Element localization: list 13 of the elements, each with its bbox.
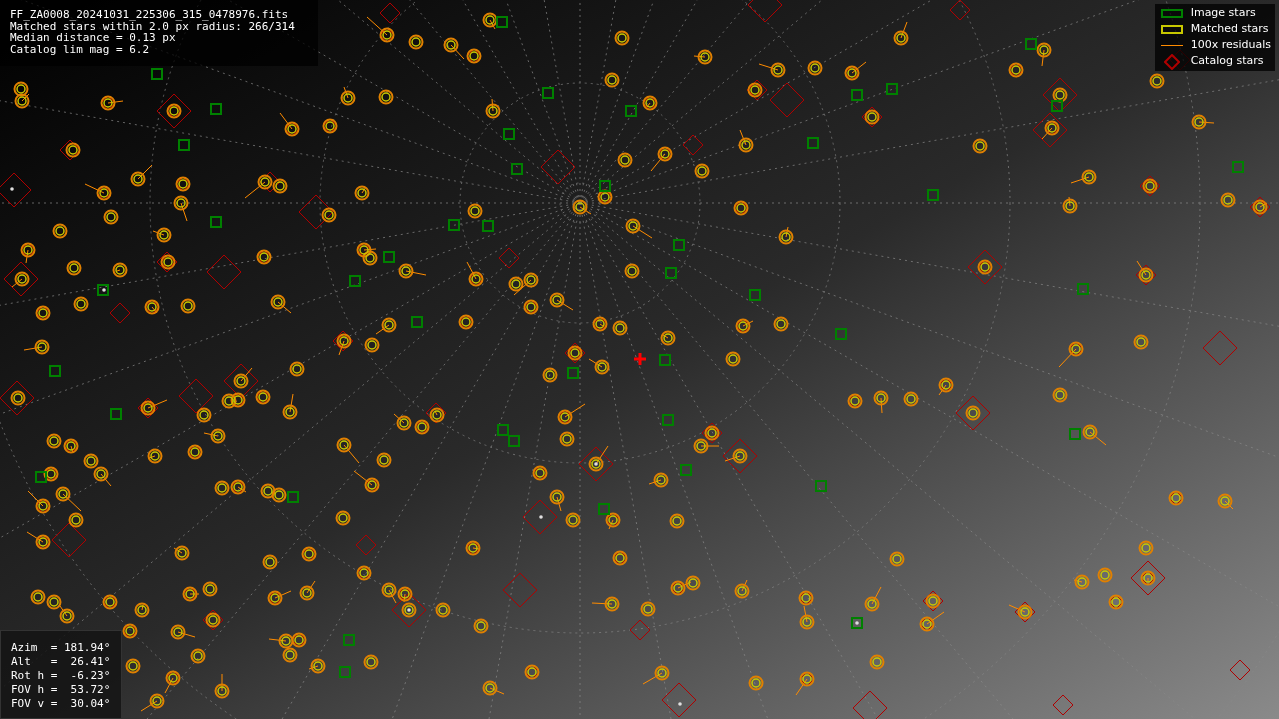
legend-label: Image stars — [1190, 5, 1256, 22]
pointing-text: FOV v = 30.04° — [11, 697, 111, 711]
pointing-text: FOV h = 53.72° — [11, 683, 111, 697]
info-text: Median distance = 0.13 px — [10, 32, 176, 44]
pointing-text: Rot h = -6.23° — [11, 669, 111, 683]
pointing-text: Azim = 181.94° — [11, 641, 111, 655]
legend-label: Matched stars — [1190, 21, 1269, 38]
legend-label: 100x residuals — [1190, 37, 1271, 54]
pointing-text: Alt = 26.41° — [11, 655, 111, 669]
info-text: FF_ZA0008_20241031_225306_315_0478976.fits — [10, 9, 289, 21]
legend-label: Catalog stars — [1190, 53, 1264, 70]
info-text: Catalog lim mag = 6.2 — [10, 43, 150, 55]
info-text: Matched stars within 2.0 px radius: 266/314 — [10, 20, 295, 32]
